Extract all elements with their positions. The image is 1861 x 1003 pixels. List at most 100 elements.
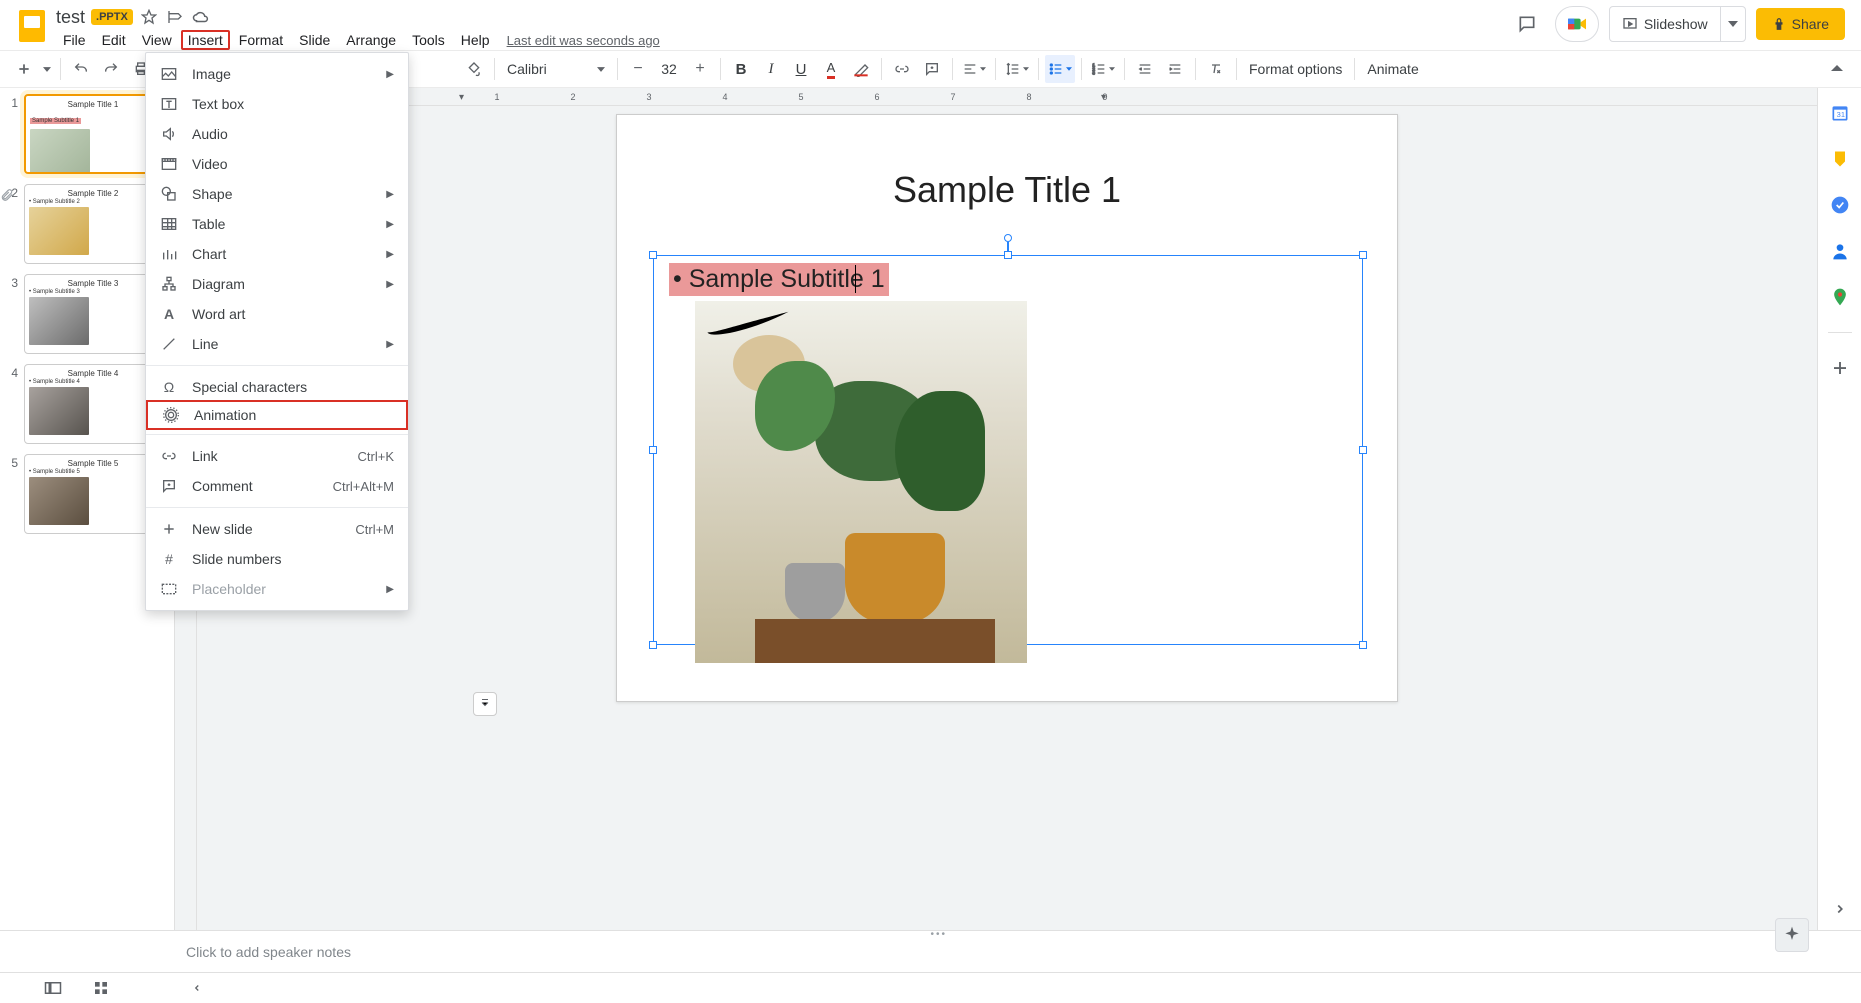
undo-icon[interactable] — [67, 55, 95, 83]
insert-wordart[interactable]: AWord art — [146, 299, 408, 329]
resize-handle[interactable] — [1359, 251, 1367, 259]
numbered-list-icon[interactable]: 123 — [1088, 55, 1118, 83]
redo-icon[interactable] — [97, 55, 125, 83]
notes-resize-handle[interactable]: ••• — [931, 929, 955, 933]
menu-format[interactable]: Format — [232, 30, 290, 50]
insert-chart[interactable]: Chart▶ — [146, 239, 408, 269]
keep-icon[interactable] — [1829, 148, 1851, 170]
resize-handle[interactable] — [1359, 641, 1367, 649]
clear-formatting-icon[interactable] — [1202, 55, 1230, 83]
resize-handle[interactable] — [649, 446, 657, 454]
resize-handle[interactable] — [1004, 251, 1012, 259]
format-options-button[interactable]: Format options — [1243, 61, 1348, 77]
menu-arrange[interactable]: Arrange — [339, 30, 403, 50]
pptx-badge: .PPTX — [91, 9, 133, 25]
slideshow-label: Slideshow — [1644, 16, 1708, 32]
menu-slide[interactable]: Slide — [292, 30, 337, 50]
thumbnail[interactable]: Sample Title 1 Sample Subtitle 1 — [24, 94, 162, 174]
thumbnail[interactable]: Sample Title 3 • Sample Subtitle 3 — [24, 274, 162, 354]
star-icon[interactable] — [139, 7, 159, 27]
slideshow-button[interactable]: Slideshow — [1609, 6, 1746, 42]
font-size-value[interactable]: 32 — [652, 61, 686, 77]
menu-tools[interactable]: Tools — [405, 30, 452, 50]
insert-line[interactable]: Line▶ — [146, 329, 408, 359]
bulleted-list-icon[interactable] — [1045, 55, 1075, 83]
menu-insert[interactable]: Insert — [181, 30, 230, 50]
comment-history-icon[interactable] — [1509, 6, 1545, 42]
italic-icon[interactable]: I — [757, 55, 785, 83]
resize-handle[interactable] — [1359, 446, 1367, 454]
insert-animation[interactable]: Animation — [146, 400, 408, 430]
bold-icon[interactable]: B — [727, 55, 755, 83]
insert-textbox[interactable]: Text box — [146, 89, 408, 119]
insert-table[interactable]: Table▶ — [146, 209, 408, 239]
insert-image[interactable]: Image▶ — [146, 59, 408, 89]
menu-file[interactable]: File — [56, 30, 93, 50]
menu-help[interactable]: Help — [454, 30, 497, 50]
filmstrip-view-icon[interactable] — [38, 973, 68, 1003]
rotate-handle[interactable] — [1004, 234, 1012, 242]
edit-info[interactable]: Last edit was seconds ago — [507, 33, 660, 48]
notes-placeholder: Click to add speaker notes — [186, 944, 351, 960]
insert-shape[interactable]: Shape▶ — [146, 179, 408, 209]
insert-diagram[interactable]: Diagram▶ — [146, 269, 408, 299]
menu-edit[interactable]: Edit — [95, 30, 133, 50]
underline-icon[interactable]: U — [787, 55, 815, 83]
thumbnail[interactable]: Sample Title 5 • Sample Subtitle 5 — [24, 454, 162, 534]
line-spacing-icon[interactable] — [1002, 55, 1032, 83]
hide-sidepanel-icon[interactable] — [1829, 898, 1851, 920]
slide-title[interactable]: Sample Title 1 — [617, 169, 1397, 211]
font-size-plus[interactable]: + — [686, 55, 714, 83]
font-selector[interactable]: Calibri — [501, 61, 611, 77]
table-icon — [160, 217, 178, 231]
new-slide-button[interactable] — [10, 55, 38, 83]
slides-logo[interactable] — [12, 6, 52, 46]
insert-audio[interactable]: Audio — [146, 119, 408, 149]
add-addon-icon[interactable] — [1829, 357, 1851, 379]
share-button[interactable]: Share — [1756, 8, 1845, 40]
animate-button[interactable]: Animate — [1361, 61, 1424, 77]
insert-special-characters[interactable]: ΩSpecial characters — [146, 372, 408, 402]
slide-image[interactable] — [695, 301, 1027, 663]
text-color-icon[interactable]: A — [817, 55, 845, 83]
speaker-notes[interactable]: ••• Click to add speaker notes — [0, 930, 1861, 972]
highlight-icon[interactable] — [847, 55, 875, 83]
tasks-icon[interactable] — [1829, 194, 1851, 216]
font-size-minus[interactable]: − — [624, 55, 652, 83]
insert-comment[interactable]: CommentCtrl+Alt+M — [146, 471, 408, 501]
thumbnail[interactable]: Sample Title 2 • Sample Subtitle 2 — [24, 184, 162, 264]
calendar-icon[interactable]: 31 — [1829, 102, 1851, 124]
move-icon[interactable] — [165, 7, 185, 27]
resize-handle[interactable] — [649, 251, 657, 259]
menu-view[interactable]: View — [135, 30, 179, 50]
insert-video[interactable]: Video — [146, 149, 408, 179]
indent-increase-icon[interactable] — [1161, 55, 1189, 83]
resize-handle[interactable] — [649, 641, 657, 649]
insert-new-slide[interactable]: New slideCtrl+M — [146, 514, 408, 544]
ruler-indent-left-icon[interactable]: ▾ — [459, 92, 464, 103]
insert-slide-numbers[interactable]: #Slide numbers — [146, 544, 408, 574]
ruler-indent-right-icon[interactable]: ▾ — [1101, 92, 1106, 103]
link-icon[interactable] — [888, 55, 916, 83]
toolbar-collapse-icon[interactable] — [1823, 55, 1851, 83]
explore-button[interactable] — [1775, 918, 1809, 952]
thumbnail[interactable]: Sample Title 4 • Sample Subtitle 4 — [24, 364, 162, 444]
fill-color-icon[interactable] — [460, 55, 488, 83]
insert-link[interactable]: LinkCtrl+K — [146, 441, 408, 471]
add-comment-icon[interactable] — [918, 55, 946, 83]
align-icon[interactable] — [959, 55, 989, 83]
meet-button[interactable] — [1555, 6, 1599, 42]
indent-decrease-icon[interactable] — [1131, 55, 1159, 83]
doc-title[interactable]: test — [56, 7, 85, 28]
new-slide-dropdown-icon[interactable] — [40, 55, 54, 83]
maps-icon[interactable] — [1829, 286, 1851, 308]
collapse-toolbar-icon[interactable] — [473, 692, 497, 716]
contacts-icon[interactable] — [1829, 240, 1851, 262]
slide-subtitle[interactable]: • Sample Subtitle 1 — [669, 263, 889, 296]
cloud-icon[interactable] — [191, 7, 211, 27]
slideshow-dropdown[interactable] — [1721, 21, 1745, 27]
collapse-filmstrip-icon[interactable] — [182, 973, 212, 1003]
grid-view-icon[interactable] — [86, 973, 116, 1003]
slide-canvas[interactable]: Sample Title 1 • Sample Subtitle 1 — [616, 114, 1398, 702]
slide-number: 4 — [6, 364, 18, 444]
